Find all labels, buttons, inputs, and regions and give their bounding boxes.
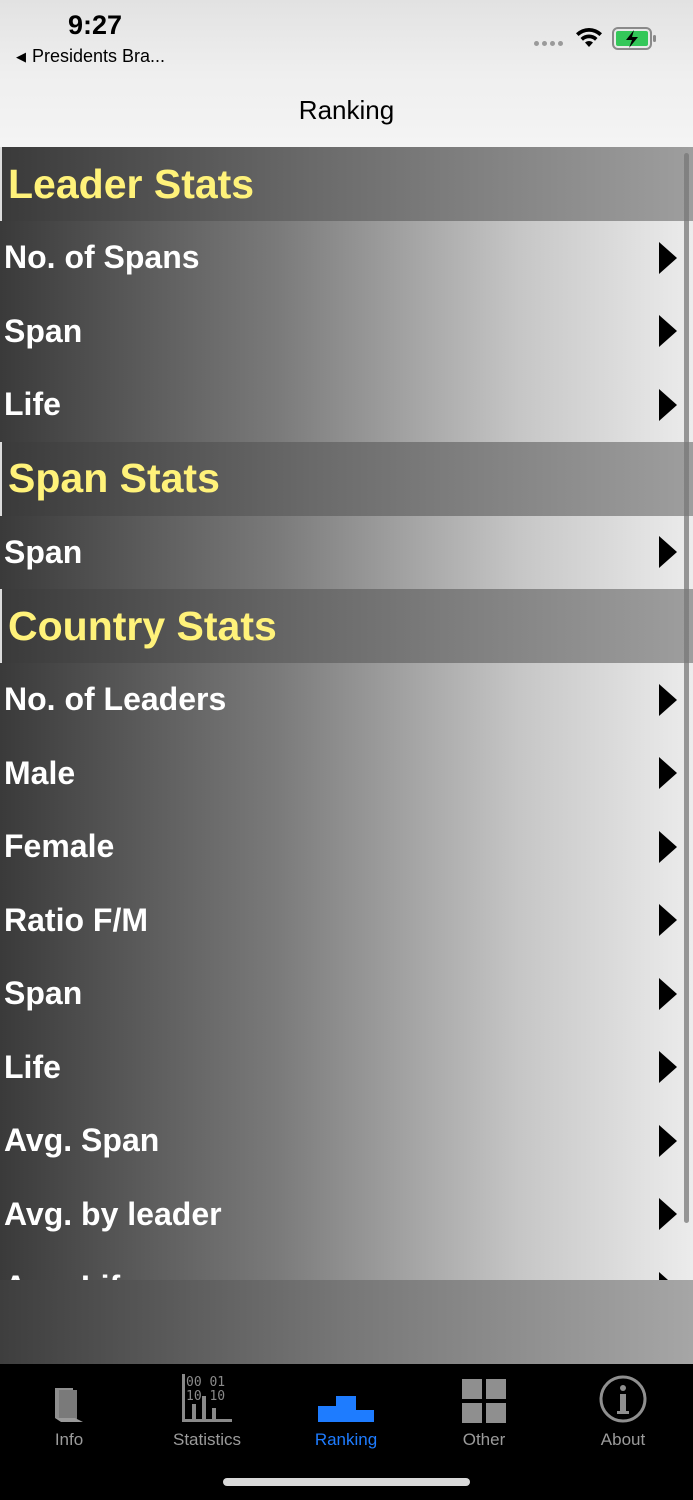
section-title: Leader Stats [8,160,255,207]
row-label: Avg. Span [4,1122,160,1159]
row-country-ratio[interactable]: Ratio F/M [0,883,693,957]
row-leader-span[interactable]: Span [0,294,693,368]
tab-label: Info [54,1430,84,1449]
row-label: Female [4,828,115,865]
tab-statistics[interactable]: 00 01 10 10 Statistics [138,1364,276,1454]
row-label: No. of Spans [4,239,200,276]
row-label: Life [4,1048,61,1085]
row-leader-life[interactable]: Life [0,368,693,442]
section-header-span-stats: Span Stats [0,441,693,516]
disclosure-arrow-icon [659,315,677,348]
tab-about[interactable]: About [554,1364,692,1454]
row-country-avg-life[interactable]: Avg. Life [0,1251,693,1280]
row-country-male[interactable]: Male [0,736,693,810]
row-country-life[interactable]: Life [0,1030,693,1104]
back-app-label: Presidents Bra... [32,46,166,66]
tab-label: Ranking [314,1430,378,1449]
disclosure-arrow-icon [659,1124,677,1157]
disclosure-arrow-icon [659,1198,677,1231]
ranking-table[interactable]: Leader Stats No. of Spans Span Life Span… [0,147,693,1280]
tab-label: Other [462,1430,506,1449]
disclosure-arrow-icon [659,904,677,937]
back-arrow-icon: ◀ [16,48,26,64]
disclosure-arrow-icon [659,977,677,1010]
bottom-footer-area [0,1280,693,1364]
disclosure-arrow-icon [659,830,677,863]
row-country-span[interactable]: Span [0,957,693,1031]
row-label: Span [4,312,83,349]
battery-charging-icon [612,27,656,50]
book-icon [51,1368,87,1424]
home-indicator[interactable] [223,1478,470,1486]
row-country-avg-span[interactable]: Avg. Span [0,1104,693,1178]
svg-text:00 01: 00 01 [186,1375,225,1390]
tab-other[interactable]: Other [415,1364,553,1454]
disclosure-arrow-icon [659,757,677,790]
tab-info[interactable]: Info [0,1364,138,1454]
row-label: Life [4,386,61,423]
tab-label: About [600,1430,646,1449]
tab-label: Statistics [172,1430,242,1449]
disclosure-arrow-icon [659,388,677,421]
disclosure-arrow-icon [659,241,677,274]
row-leader-no-of-spans[interactable]: No. of Spans [0,221,693,295]
info-circle-icon [598,1368,648,1424]
row-label: Avg. by leader [4,1195,222,1232]
row-span-span[interactable]: Span [0,515,693,589]
status-and-nav-bar: 9:27 ◀ Presidents Bra... Ranking [0,0,693,147]
disclosure-arrow-icon [659,1051,677,1084]
wifi-icon [576,27,602,47]
status-time: 9:27 [68,10,123,40]
row-label: Ratio F/M [4,901,148,938]
cellular-signal-icon [534,41,563,46]
row-label: Span [4,975,83,1012]
row-country-avg-by-leader[interactable]: Avg. by leader [0,1177,693,1251]
section-title: Country Stats [8,602,277,649]
disclosure-arrow-icon [659,536,677,569]
grid-icon [461,1368,507,1424]
nav-title: Ranking [298,95,395,125]
row-label: Avg. Life [0,1269,138,1280]
disclosure-arrow-icon [659,683,677,716]
vertical-scrollbar[interactable] [684,153,689,1223]
row-label: Span [4,533,83,570]
row-country-female[interactable]: Female [0,810,693,884]
tab-ranking[interactable]: Ranking [277,1364,415,1454]
section-header-leader-stats: Leader Stats [0,147,693,221]
row-label: No. of Leaders [4,681,227,718]
row-country-no-of-leaders[interactable]: No. of Leaders [0,663,693,737]
back-to-app-link[interactable]: ◀ Presidents Bra... [16,46,165,67]
section-header-country-stats: Country Stats [0,589,693,663]
statistics-icon: 00 01 10 10 [180,1368,234,1424]
podium-icon [316,1368,376,1424]
section-title: Span Stats [8,455,220,501]
disclosure-arrow-icon [659,1271,669,1280]
row-label: Male [4,754,76,791]
